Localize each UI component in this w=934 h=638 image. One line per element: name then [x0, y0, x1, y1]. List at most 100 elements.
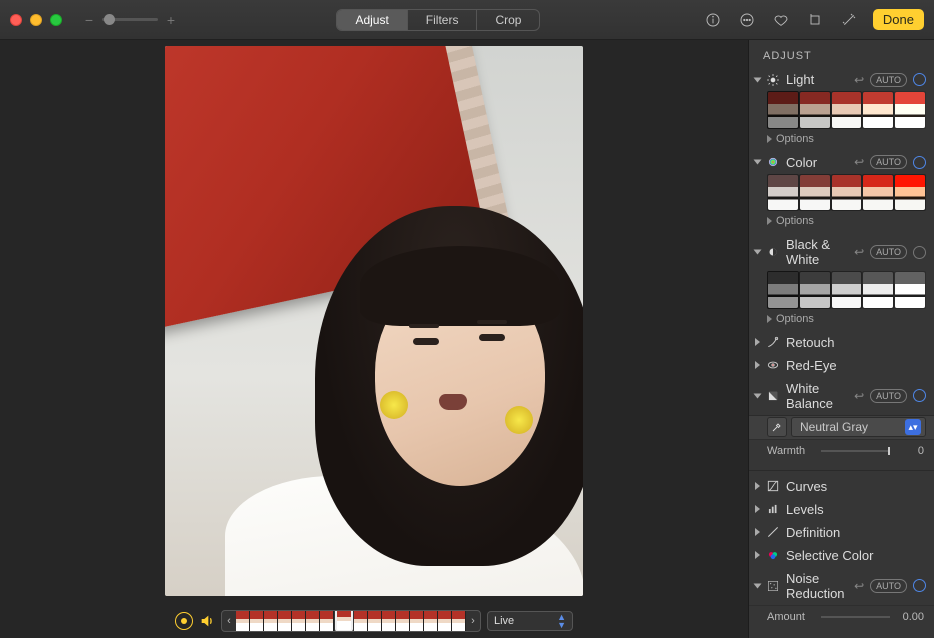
bw-icon: [766, 245, 780, 259]
live-photo-icon[interactable]: [175, 612, 193, 630]
amount-value: 0.00: [896, 611, 924, 623]
undo-icon[interactable]: ↩: [854, 245, 864, 259]
section-color[interactable]: Color ↩ AUTO: [749, 151, 934, 174]
retouch-icon: [766, 335, 780, 349]
definition-icon: [766, 525, 780, 539]
selective-color-icon: [766, 548, 780, 562]
section-label: Black & White: [786, 237, 848, 267]
eyedropper-button[interactable]: [767, 417, 787, 437]
wb-mode-select[interactable]: Neutral Gray ▴▾: [791, 417, 926, 437]
enable-ring[interactable]: [913, 579, 926, 592]
chevron-down-icon: [754, 77, 762, 82]
sound-icon[interactable]: [199, 613, 215, 629]
chevron-right-icon: [755, 361, 760, 369]
section-label: Light: [786, 72, 848, 87]
auto-button[interactable]: AUTO: [870, 579, 907, 593]
chevron-right-icon: [755, 482, 760, 490]
dropdown-arrows-icon: ▴▾: [905, 419, 921, 435]
section-retouch[interactable]: Retouch: [749, 331, 934, 354]
tab-filters[interactable]: Filters: [408, 10, 478, 30]
photo-preview[interactable]: [165, 46, 583, 596]
enable-ring[interactable]: [913, 389, 926, 402]
titlebar: − + Adjust Filters Crop Done: [0, 0, 934, 40]
chevron-right-icon: [755, 338, 760, 346]
frame-cursor[interactable]: [335, 610, 353, 632]
section-redeye[interactable]: Red-Eye: [749, 354, 934, 377]
curves-icon: [766, 479, 780, 493]
undo-icon[interactable]: ↩: [854, 155, 864, 169]
section-definition[interactable]: Definition: [749, 521, 934, 544]
section-levels[interactable]: Levels: [749, 498, 934, 521]
undo-icon[interactable]: ↩: [854, 579, 864, 593]
noise-icon: [766, 579, 780, 593]
window-controls: [10, 14, 62, 26]
done-button[interactable]: Done: [873, 9, 924, 30]
live-mode-select[interactable]: Live ▲▼: [487, 611, 573, 631]
magic-icon[interactable]: [835, 9, 863, 31]
section-wb[interactable]: White Balance ↩ AUTO: [749, 377, 934, 415]
zoom-out-icon[interactable]: −: [82, 12, 96, 28]
chevron-down-icon: [754, 583, 762, 588]
auto-button[interactable]: AUTO: [870, 245, 907, 259]
chevron-right-icon: [755, 551, 760, 559]
light-presets[interactable]: [749, 91, 934, 131]
chevron-right-icon: [755, 505, 760, 513]
section-label: Definition: [786, 525, 926, 540]
minimize-window[interactable]: [30, 14, 42, 26]
filmstrip: ‹ › Live ▲▼: [0, 610, 748, 632]
favorite-icon[interactable]: [767, 9, 795, 31]
section-selective-color[interactable]: Selective Color: [749, 544, 934, 567]
panel-title: ADJUST: [763, 50, 934, 62]
wb-icon: [766, 389, 780, 403]
wb-mode-value: Neutral Gray: [800, 420, 868, 434]
wb-mode-row: Neutral Gray ▴▾: [749, 415, 934, 439]
next-frame-icon[interactable]: ›: [466, 611, 480, 631]
section-label: Red-Eye: [786, 358, 926, 373]
warmth-slider[interactable]: [821, 442, 890, 460]
prev-frame-icon[interactable]: ‹: [222, 611, 236, 631]
bw-options[interactable]: Options: [749, 311, 934, 331]
tab-crop[interactable]: Crop: [477, 10, 539, 30]
bw-presets[interactable]: [749, 271, 934, 311]
auto-button[interactable]: AUTO: [870, 73, 907, 87]
chevron-down-icon: [754, 393, 762, 398]
enable-ring[interactable]: [913, 156, 926, 169]
live-mode-label: Live: [494, 615, 514, 627]
enable-ring[interactable]: [913, 246, 926, 259]
rotate-icon[interactable]: [801, 9, 829, 31]
section-light[interactable]: Light ↩ AUTO: [749, 68, 934, 91]
close-window[interactable]: [10, 14, 22, 26]
toolbar-right: Done: [699, 9, 924, 31]
section-noise[interactable]: Noise Reduction ↩ AUTO: [749, 567, 934, 605]
fullscreen-window[interactable]: [50, 14, 62, 26]
auto-button[interactable]: AUTO: [870, 389, 907, 403]
zoom-slider[interactable]: − +: [82, 12, 178, 28]
chevron-right-icon: [755, 528, 760, 536]
frame-thumbnails[interactable]: ‹ ›: [221, 610, 481, 632]
levels-icon: [766, 502, 780, 516]
section-bw[interactable]: Black & White ↩ AUTO: [749, 233, 934, 271]
section-label: Retouch: [786, 335, 926, 350]
warmth-label: Warmth: [767, 445, 815, 457]
section-label: Noise Reduction: [786, 571, 848, 601]
light-options[interactable]: Options: [749, 131, 934, 151]
wb-warmth-row: Warmth 0: [749, 439, 934, 466]
tab-adjust[interactable]: Adjust: [337, 10, 407, 30]
more-icon[interactable]: [733, 9, 761, 31]
auto-button[interactable]: AUTO: [870, 155, 907, 169]
color-options[interactable]: Options: [749, 213, 934, 233]
section-label: White Balance: [786, 381, 848, 411]
light-icon: [766, 73, 780, 87]
enable-ring[interactable]: [913, 73, 926, 86]
undo-icon[interactable]: ↩: [854, 73, 864, 87]
undo-icon[interactable]: ↩: [854, 389, 864, 403]
color-presets[interactable]: [749, 174, 934, 214]
dropdown-arrows-icon: ▲▼: [557, 613, 566, 629]
chevron-down-icon: [754, 250, 762, 255]
section-curves[interactable]: Curves: [749, 475, 934, 498]
amount-slider[interactable]: [821, 608, 890, 626]
canvas-area: ‹ › Live ▲▼: [0, 40, 748, 638]
info-icon[interactable]: [699, 9, 727, 31]
redeye-icon: [766, 358, 780, 372]
zoom-in-icon[interactable]: +: [164, 12, 178, 28]
